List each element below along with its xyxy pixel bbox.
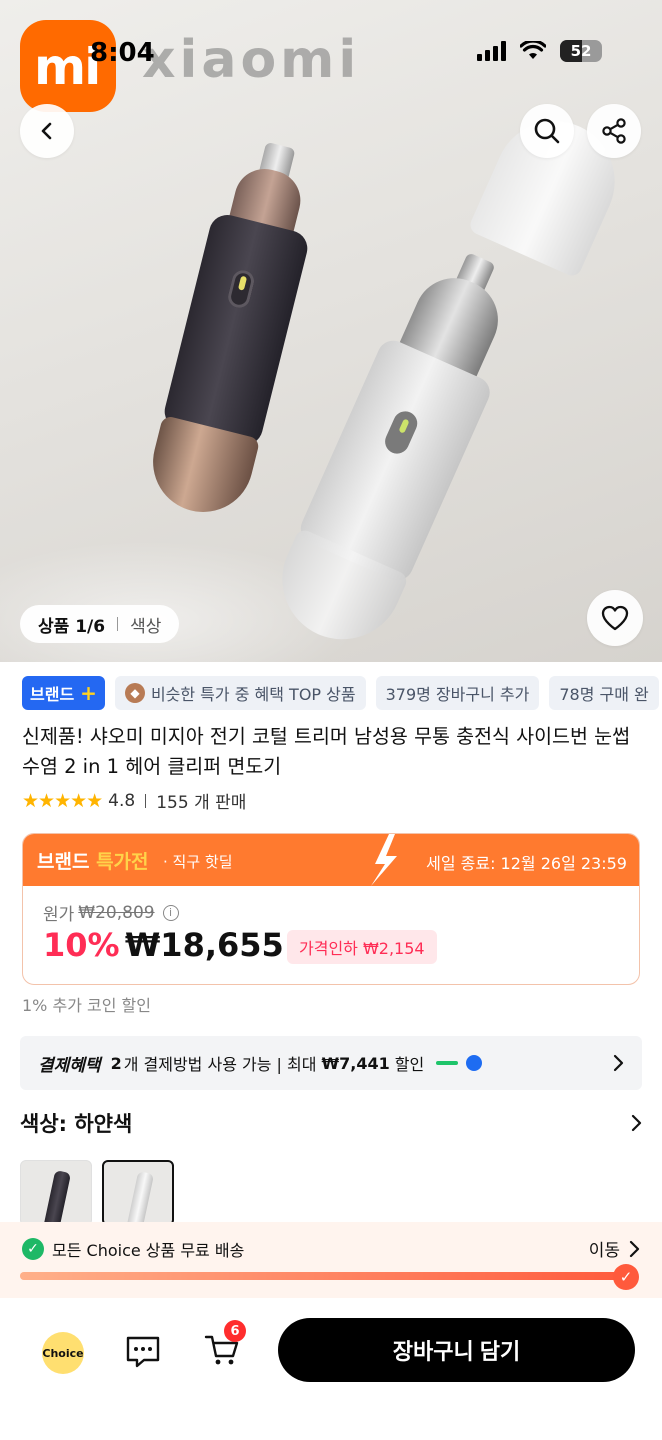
status-icons: 52 (477, 40, 602, 62)
back-button[interactable] (20, 104, 74, 158)
star-rating-icon: ★★★★★ (22, 789, 103, 812)
price-drop-badge: 가격인하 ₩2,154 (287, 930, 437, 964)
heart-icon (601, 605, 629, 631)
payment-method-icon (436, 1061, 459, 1065)
promo-sale-label: 특가전 (96, 851, 149, 873)
payment-benefits-row[interactable]: 결제혜택 2 개 결제방법 사용 가능 | 최대 ₩7,441 할인 (20, 1036, 642, 1090)
promo-sub: · 직구 핫딜 (163, 853, 233, 871)
cart-count-badge: 6 (224, 1320, 246, 1342)
product-image-gallery[interactable]: mi xiaomi 8:04 52 상품 1/6 색상 (0, 0, 662, 662)
rating-row[interactable]: ★★★★★ 4.8 155 개 판매 (22, 788, 247, 814)
price-card: 브랜드 특가전 · 직구 핫딜 세일 종료: 12월 26일 23:59 원가 … (22, 833, 640, 985)
chevron-left-icon (41, 122, 52, 140)
wishlist-button[interactable] (587, 590, 643, 646)
color-option-black[interactable] (20, 1160, 92, 1226)
signal-icon (477, 41, 506, 61)
search-icon (534, 118, 560, 144)
sale-end-time: 세일 종료: 12월 26일 23:59 (426, 854, 627, 873)
shipping-progress-fill (20, 1272, 632, 1280)
payment-benefit-label: 결제혜택 (38, 1055, 101, 1076)
status-time: 8:04 (90, 38, 155, 68)
color-label: 색상: 하얀색 (20, 1112, 133, 1136)
chevron-right-icon (613, 1054, 624, 1072)
battery-icon: 52 (560, 40, 602, 62)
current-price: ₩18,655 (125, 926, 284, 964)
search-button[interactable] (520, 104, 574, 158)
wifi-icon (520, 41, 546, 59)
similar-top-tag[interactable]: ◆ 비슷한 특가 중 혜택 TOP 상품 (114, 676, 366, 710)
chevron-right-icon (631, 1114, 642, 1132)
bottom-action-bar: Choice 6 장바구니 담기 (0, 1298, 662, 1440)
discount-rate: 10% (43, 926, 120, 964)
original-price: 원가 ₩20,809 i (43, 900, 179, 925)
brand-plus-tag[interactable]: 브랜드 + (22, 676, 105, 710)
xiaomi-wordmark: xiaomi (142, 30, 361, 90)
plus-icon: + (80, 681, 97, 705)
share-icon (602, 118, 626, 144)
image-counter[interactable]: 상품 1/6 색상 (20, 605, 180, 643)
color-options (20, 1160, 174, 1226)
rating-value: 4.8 (108, 790, 136, 811)
color-option-white[interactable] (102, 1160, 174, 1226)
chevron-right-icon (629, 1240, 640, 1257)
brand-sale-banner[interactable]: 브랜드 특가전 · 직구 핫딜 세일 종료: 12월 26일 23:59 (23, 834, 639, 886)
image-counter-text: 상품 1/6 (38, 616, 106, 637)
sold-count: 155 개 판매 (156, 793, 247, 813)
product-title: 신제품! 샤오미 미지아 전기 코털 트리머 남성용 무통 충전식 사이드번 눈… (22, 725, 631, 778)
info-icon[interactable]: i (162, 904, 179, 921)
tag-icon: ◆ (124, 683, 145, 703)
check-circle-icon: ✓ (22, 1237, 44, 1260)
color-tab[interactable]: 색상 (130, 612, 161, 637)
original-price-value: ₩20,809 (78, 902, 155, 923)
promo-brand-label: 브랜드 (37, 851, 90, 873)
product-tags: 브랜드 + ◆ 비슷한 특가 중 혜택 TOP 상품 379명 장바구니 추가 7… (22, 676, 659, 710)
chat-icon[interactable] (124, 1334, 162, 1370)
cart-count-tag: 379명 장바구니 추가 (375, 676, 540, 710)
free-shipping-banner[interactable]: ✓ 모든 Choice 상품 무료 배송 이동 (0, 1222, 662, 1298)
coin-discount-text: 1% 추가 코인 할인 (22, 996, 151, 1015)
add-to-cart-button[interactable]: 장바구니 담기 (278, 1318, 635, 1382)
free-shipping-text: 모든 Choice 상품 무료 배송 (52, 1240, 245, 1260)
purchase-count-tag: 78명 구매 완 (549, 676, 659, 710)
lightning-icon (371, 834, 397, 886)
shipping-progress-bar (20, 1272, 632, 1280)
progress-complete-icon: ✓ (613, 1264, 639, 1290)
payment-method-icon (466, 1055, 483, 1071)
move-link[interactable]: 이동 (589, 1236, 640, 1261)
share-button[interactable] (587, 104, 641, 158)
product-page: mi xiaomi 8:04 52 상품 1/6 색상 브랜드 + ◆ 비슷한 … (0, 0, 662, 1440)
color-selector-header[interactable]: 색상: 하얀색 (20, 1108, 642, 1138)
choice-badge[interactable]: Choice (42, 1332, 84, 1374)
